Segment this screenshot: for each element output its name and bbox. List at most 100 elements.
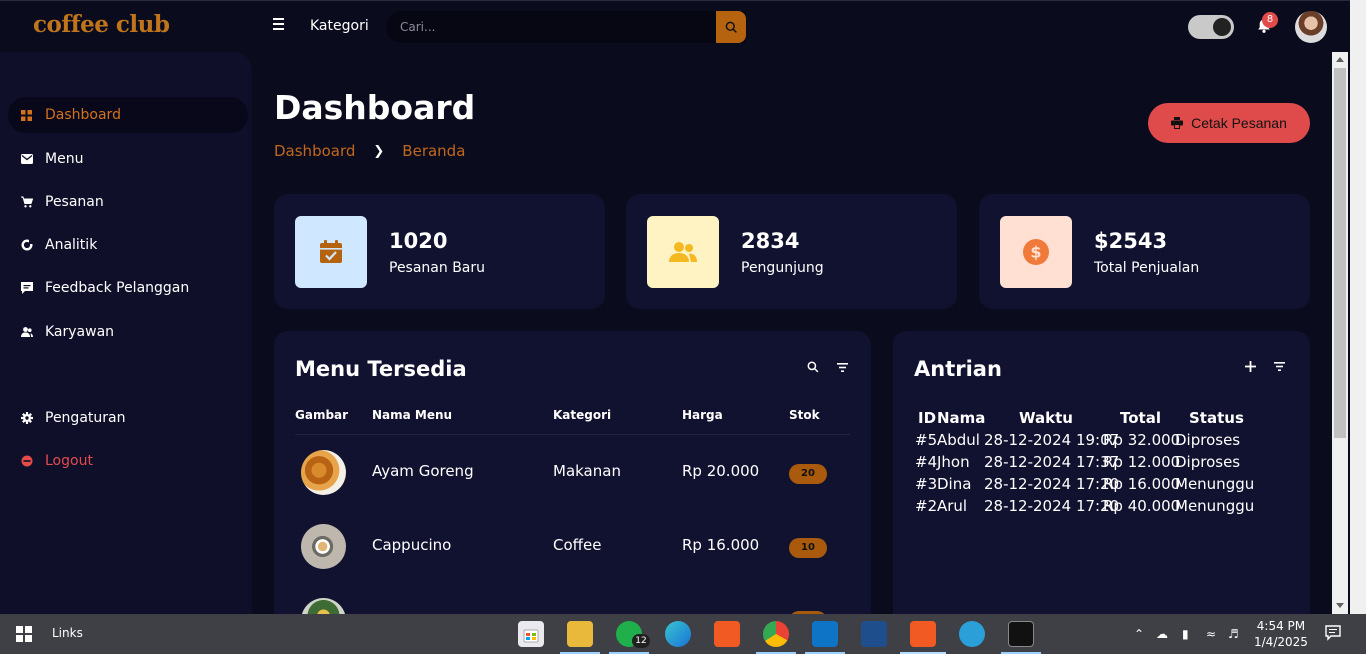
system-clock[interactable]: 4:54 PM 1/4/2025 [1254, 618, 1308, 650]
queue-id: #3 [915, 475, 938, 493]
cloud-icon[interactable]: ☁ [1156, 627, 1168, 641]
gear-icon [20, 412, 33, 425]
notification-center-icon[interactable] [1325, 625, 1341, 644]
logout-icon [20, 455, 33, 468]
sidebar-item-feedback[interactable]: Feedback Pelanggan [8, 270, 248, 306]
clock-date: 1/4/2025 [1254, 635, 1308, 649]
queue-status: Menunggu [1175, 475, 1255, 493]
column-header: Harga [682, 408, 723, 422]
wifi-icon[interactable]: ≈ [1206, 627, 1216, 641]
panel-tools [807, 361, 848, 373]
sidebar-item-label: Feedback Pelanggan [45, 280, 190, 296]
print-orders-label: Cetak Pesanan [1191, 115, 1287, 131]
menu-item-price: Rp 16.000 [682, 536, 760, 554]
menu-item-category: Coffee [553, 536, 602, 554]
queue-time: 28-12-2024 17:20 [984, 497, 1120, 515]
queue-status: Menunggu [1175, 497, 1255, 515]
menu-item-image [301, 524, 346, 569]
pie-chart-icon [20, 239, 33, 252]
hamburger-menu-icon[interactable] [273, 18, 289, 34]
page-title: Dashboard [274, 88, 476, 127]
column-header: Total [1120, 409, 1161, 427]
search-icon[interactable] [807, 361, 819, 373]
teams-app-icon[interactable] [959, 621, 985, 647]
sidebar-item-label: Pesanan [45, 194, 104, 210]
queue-status: Diproses [1175, 431, 1241, 449]
sidebar-item-menu[interactable]: Menu [8, 141, 248, 177]
menu-item-name: Cappucino [372, 536, 452, 554]
queue-id: #4 [915, 453, 938, 471]
vertical-scrollbar[interactable] [1332, 52, 1348, 614]
search-button[interactable] [716, 11, 746, 43]
queue-time: 28-12-2024 19:07 [984, 431, 1120, 449]
toggle-knob [1213, 18, 1231, 36]
edge-browser-icon[interactable] [665, 621, 691, 647]
stat-icon-box [295, 216, 367, 288]
menu-item-price: Rp 20.000 [682, 462, 760, 480]
scroll-down-arrow[interactable] [1336, 603, 1344, 608]
menu-item-name: Ayam Goreng [372, 462, 474, 480]
queue-time: 28-12-2024 17:37 [984, 453, 1120, 471]
panel-title: Menu Tersedia [295, 357, 467, 381]
battery-icon[interactable]: ▮ [1182, 627, 1189, 641]
brand-logo[interactable]: coffee club [33, 11, 170, 38]
menu-item-category: Makanan [553, 462, 621, 480]
panel-tools [1245, 361, 1285, 372]
queue-name: Jhon [937, 453, 970, 471]
terminal-icon[interactable] [1008, 621, 1034, 647]
filter-icon[interactable] [837, 362, 848, 372]
search-input[interactable] [400, 11, 716, 43]
scroll-thumb[interactable] [1334, 68, 1346, 438]
stock-badge: 20 [789, 464, 827, 484]
column-header: Nama Menu [372, 408, 453, 422]
breadcrumb-item[interactable]: Dashboard [274, 142, 355, 160]
sidebar: Dashboard Menu Pesanan Analitik Feedback… [0, 52, 252, 614]
stat-card-visitors: 2834 Pengunjung [626, 194, 957, 309]
notification-badge: 8 [1262, 12, 1278, 28]
stat-icon-box [647, 216, 719, 288]
store-app-icon[interactable] [518, 621, 544, 647]
file-explorer-icon[interactable] [567, 621, 593, 647]
sidebar-item-label: Pengaturan [45, 410, 126, 426]
stat-value: 2834 [741, 229, 800, 253]
theme-toggle[interactable] [1188, 15, 1234, 39]
panel-title: Antrian [914, 357, 1002, 381]
scroll-up-arrow[interactable] [1336, 57, 1344, 62]
menu-panel: Menu Tersedia Gambar Nama Menu Kategori … [274, 331, 871, 614]
chevron-up-icon[interactable]: ⌃ [1134, 627, 1144, 641]
chrome-browser-icon[interactable] [763, 621, 789, 647]
taskbar: Links 12 ⌃ ☁ ▮ ≈ ♬ 4:54 PM 1/4/2025 [0, 614, 1366, 654]
kategori-link[interactable]: Kategori [310, 18, 369, 34]
sidebar-item-pesanan[interactable]: Pesanan [8, 184, 248, 220]
vscode-icon[interactable] [812, 621, 838, 647]
sidebar-item-analitik[interactable]: Analitik [8, 227, 248, 263]
devcpp-icon[interactable] [861, 621, 887, 647]
links-toolbar[interactable]: Links [52, 626, 83, 640]
stat-value: 1020 [389, 229, 448, 253]
windows-start-icon[interactable] [16, 626, 32, 642]
envelope-icon [20, 153, 33, 166]
filter-icon[interactable] [1274, 362, 1285, 371]
stat-card-orders: 1020 Pesanan Baru [274, 194, 605, 309]
volume-icon[interactable]: ♬ [1228, 627, 1239, 641]
sidebar-item-dashboard[interactable]: Dashboard [8, 97, 248, 133]
sidebar-item-pengaturan[interactable]: Pengaturan [8, 400, 248, 436]
brave-browser-icon[interactable] [714, 621, 740, 647]
search-icon [725, 21, 737, 33]
chevron-right-icon: ❯ [373, 143, 385, 159]
people-icon [669, 242, 697, 262]
menu-item-image [301, 450, 346, 495]
queue-status: Diproses [1175, 453, 1241, 471]
menu-item-image [301, 598, 346, 614]
queue-id: #2 [915, 497, 938, 515]
queue-name: Dina [937, 475, 972, 493]
breadcrumb-item[interactable]: Beranda [402, 142, 465, 160]
whatsapp-badge: 12 [632, 634, 650, 648]
user-avatar[interactable] [1295, 11, 1327, 43]
sidebar-item-logout[interactable]: Logout [8, 443, 248, 479]
plus-icon[interactable] [1245, 361, 1256, 372]
brave-private-icon[interactable] [910, 621, 936, 647]
sidebar-item-karyawan[interactable]: Karyawan [8, 314, 248, 350]
print-orders-button[interactable]: Cetak Pesanan [1148, 103, 1310, 143]
stat-card-sales: $ $2543 Total Penjualan [979, 194, 1310, 309]
